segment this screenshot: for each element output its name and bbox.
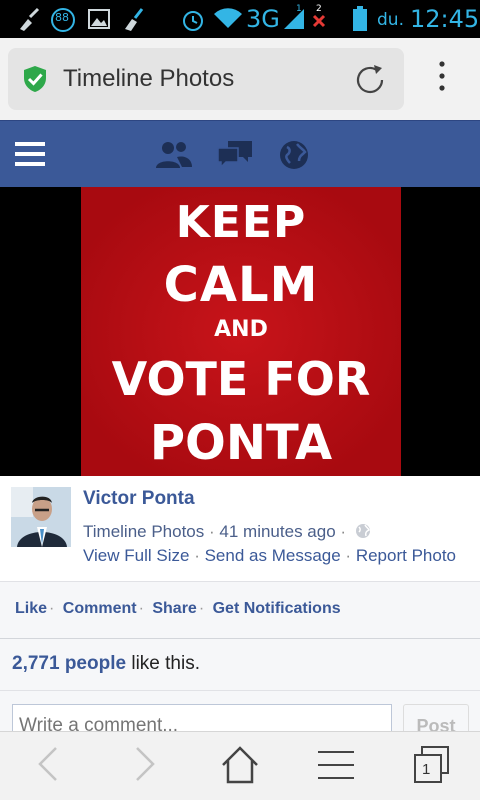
facebook-nav-bar	[0, 120, 480, 187]
sim2-label: 2	[316, 4, 322, 14]
author-name[interactable]: Victor Ponta	[83, 488, 195, 510]
avatar[interactable]	[11, 487, 71, 547]
status-bar: 88 3G 1 2 du. 12:45	[0, 0, 480, 38]
poster-line-4: VOTE FOR	[111, 352, 371, 406]
forward-icon[interactable]	[133, 746, 157, 782]
poster-line-1: KEEP	[175, 197, 307, 248]
likes-count-link[interactable]: 2,771 people	[12, 653, 126, 674]
like-button[interactable]: Like	[15, 600, 47, 617]
gallery-icon	[88, 9, 110, 29]
separator: ·	[194, 546, 200, 565]
get-notifications-button[interactable]: Get Notifications	[213, 600, 341, 617]
send-as-message-link[interactable]: Send as Message	[205, 546, 341, 565]
separator: ·	[198, 600, 205, 617]
comment-composer: Post	[0, 691, 480, 731]
separator: ·	[340, 522, 347, 541]
separator: ·	[345, 546, 352, 565]
hamburger-icon[interactable]	[15, 141, 45, 167]
tabs-icon[interactable]	[413, 746, 451, 784]
menu-icon[interactable]	[318, 750, 354, 780]
separator: ·	[138, 600, 144, 617]
messages-icon[interactable]	[216, 139, 254, 169]
view-full-size-link[interactable]: View Full Size	[83, 546, 189, 565]
keep-calm-poster: KEEP CALM AND VOTE FOR PONTA	[81, 187, 401, 476]
no-signal-icon	[312, 14, 326, 28]
post-actions: Like · Comment · Share · Get Notifications	[0, 581, 480, 639]
profile-photo	[11, 487, 71, 547]
home-icon[interactable]	[221, 746, 259, 784]
secure-shield-icon	[24, 66, 46, 92]
likes-suffix: like this.	[126, 653, 200, 674]
sim1-label: 1	[296, 4, 302, 14]
post-comment-button[interactable]: Post	[403, 704, 469, 731]
friends-icon[interactable]	[155, 139, 193, 169]
cleaner-icon	[125, 8, 144, 31]
photo-links: View Full Size · Send as Message · Repor…	[83, 546, 456, 566]
post-meta: Timeline Photos · 41 minutes ago ·	[83, 522, 371, 542]
wifi-icon	[214, 8, 242, 28]
browser-toolbar: Timeline Photos	[0, 38, 480, 120]
tab-count: 1	[422, 761, 431, 778]
comment-input[interactable]	[12, 704, 392, 731]
globe-icon[interactable]	[278, 139, 310, 171]
alarm-icon	[183, 11, 203, 31]
page-title: Timeline Photos	[63, 65, 235, 92]
address-bar[interactable]: Timeline Photos	[8, 48, 404, 110]
separator: ·	[209, 522, 215, 541]
poster-line-2: CALM	[163, 257, 319, 313]
broom-notification-icon	[20, 7, 40, 31]
separator: ·	[49, 600, 55, 617]
comment-button[interactable]: Comment	[63, 600, 137, 617]
browser-bottom-bar: 1	[0, 731, 480, 800]
public-globe-icon	[355, 524, 370, 538]
reload-icon[interactable]	[352, 62, 388, 98]
poster-line-5: PONTA	[149, 415, 333, 471]
album-link[interactable]: Timeline Photos	[83, 522, 204, 541]
battery-icon	[353, 6, 367, 31]
share-button[interactable]: Share	[152, 600, 196, 617]
timeline-photo[interactable]: KEEP CALM AND VOTE FOR PONTA	[0, 187, 480, 476]
likes-summary: 2,771 people like this.	[0, 639, 480, 691]
post-time[interactable]: 41 minutes ago	[219, 522, 335, 541]
overflow-menu-icon[interactable]	[432, 60, 452, 100]
notification-count: 88	[55, 11, 69, 24]
poster-line-3: AND	[214, 317, 268, 342]
back-icon[interactable]	[36, 746, 60, 782]
report-photo-link[interactable]: Report Photo	[356, 546, 456, 565]
network-type: 3G	[246, 5, 280, 33]
signal-icon	[284, 9, 304, 29]
post-info: Victor Ponta Timeline Photos · 41 minute…	[0, 476, 480, 581]
clock: 12:45	[410, 5, 480, 33]
day-label: du.	[377, 10, 404, 30]
